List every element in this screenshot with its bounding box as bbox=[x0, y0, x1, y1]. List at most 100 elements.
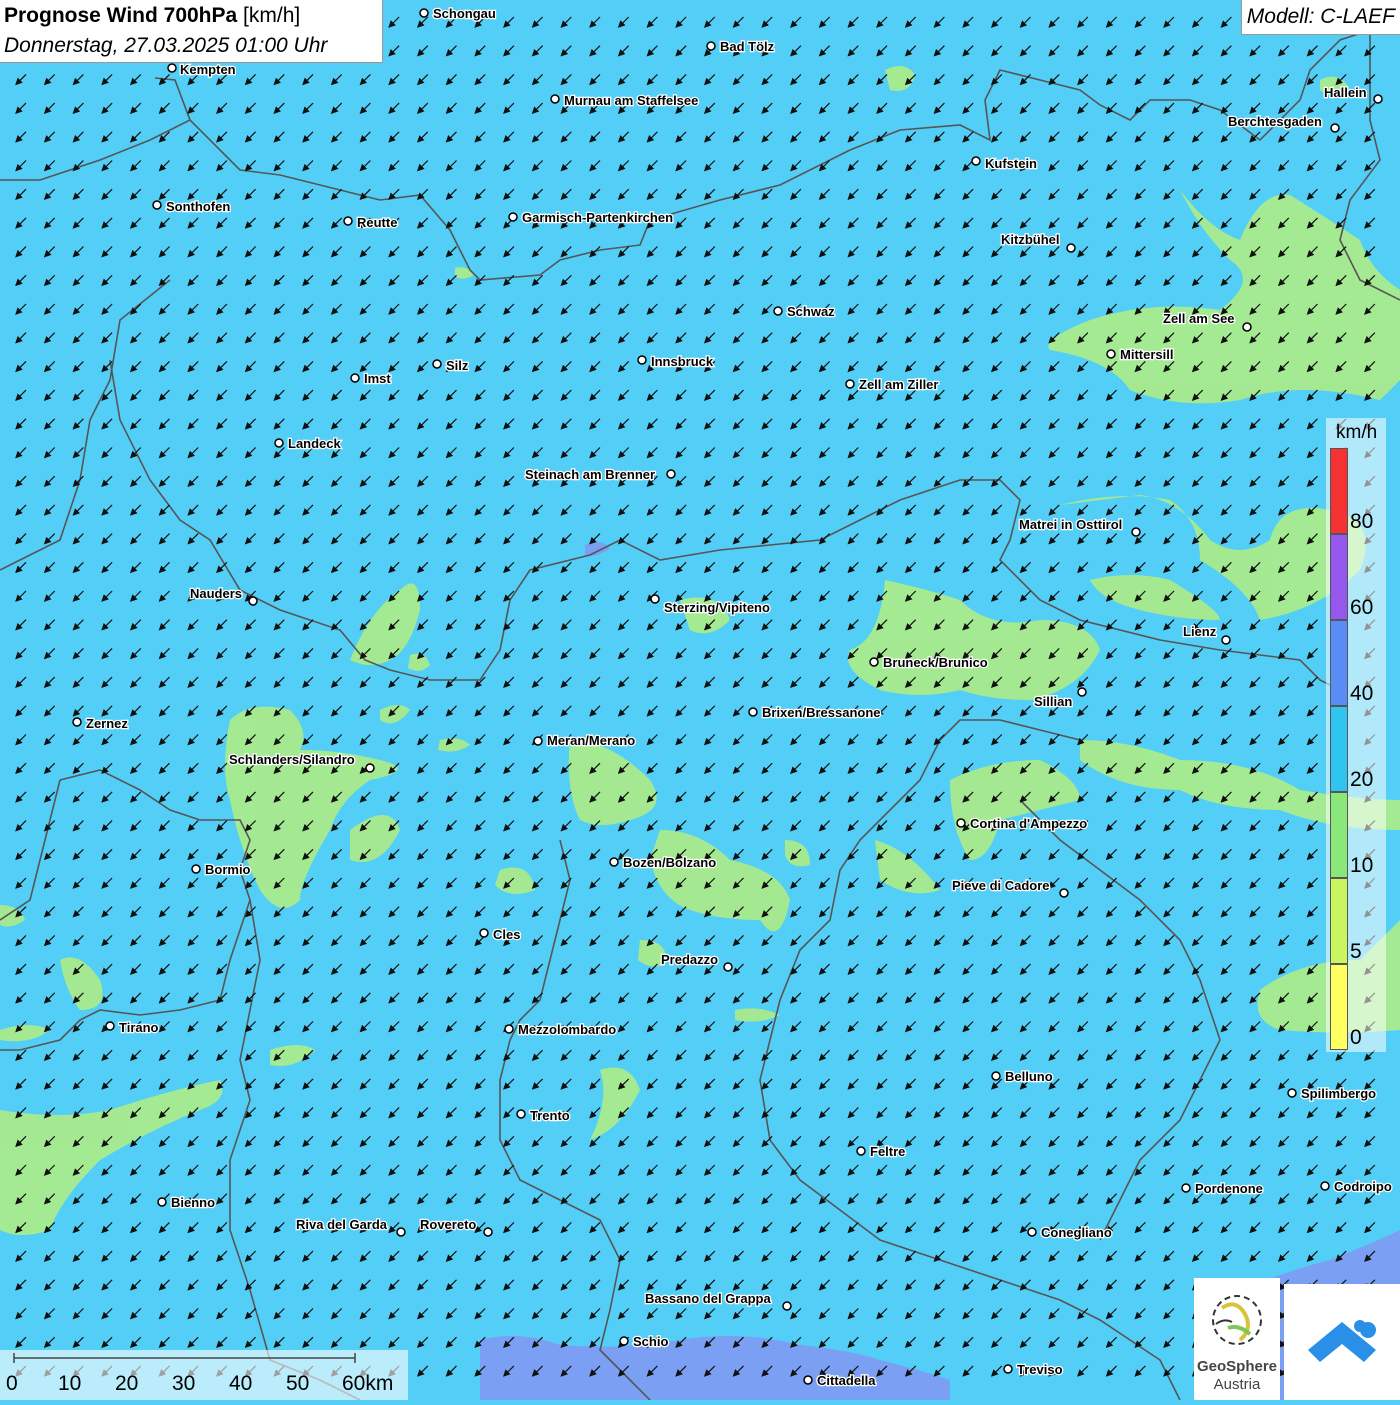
svg-text:Innsbruck: Innsbruck bbox=[651, 354, 714, 369]
geosphere-logo[interactable]: GeoSphere Austria bbox=[1194, 1278, 1280, 1400]
svg-text:Zell am See: Zell am See bbox=[1163, 311, 1235, 326]
svg-text:Schio: Schio bbox=[633, 1334, 668, 1349]
model-label: Modell: C-LAEF bbox=[1246, 5, 1395, 28]
svg-text:Bienno: Bienno bbox=[171, 1195, 215, 1210]
svg-text:Lienz: Lienz bbox=[1183, 624, 1217, 639]
svg-text:Mittersill: Mittersill bbox=[1120, 347, 1173, 362]
scale-bar: 0 10 20 30 40 50 60km bbox=[0, 1350, 408, 1400]
legend-swatch bbox=[1330, 620, 1348, 706]
svg-text:Bassano del Grappa: Bassano del Grappa bbox=[645, 1291, 771, 1306]
svg-text:Trento: Trento bbox=[530, 1108, 570, 1123]
forecast-datetime: Donnerstag, 27.03.2025 01:00 Uhr bbox=[4, 34, 328, 57]
city-marker[interactable]: Bruneck/Brunico bbox=[869, 654, 989, 671]
svg-text:Schlanders/Silandro: Schlanders/Silandro bbox=[229, 752, 355, 767]
wind-map: Schongau Bad Tölz Kempten Murnau am Staf… bbox=[0, 0, 1400, 1400]
svg-text:Kempten: Kempten bbox=[180, 62, 236, 77]
svg-text:Kitzbühel: Kitzbühel bbox=[1001, 232, 1060, 247]
city-marker[interactable]: Steinach am Brenner bbox=[524, 466, 676, 483]
legend-unit: km/h bbox=[1336, 422, 1378, 443]
legend-label: 20 bbox=[1350, 768, 1374, 791]
svg-text:Schwaz: Schwaz bbox=[787, 304, 835, 319]
svg-text:Codroipo: Codroipo bbox=[1334, 1179, 1392, 1194]
city-marker[interactable]: Spilimbergo bbox=[1287, 1085, 1377, 1102]
svg-text:Feltre: Feltre bbox=[870, 1144, 905, 1159]
legend-label: 5 bbox=[1350, 940, 1362, 963]
scale-label: 0 bbox=[6, 1372, 18, 1395]
svg-text:Murnau am Staffelsee: Murnau am Staffelsee bbox=[564, 93, 698, 108]
city-marker[interactable]: Zell am Ziller bbox=[845, 376, 940, 393]
map-title-box: Prognose Wind 700hPa [km/h] Donnerstag, … bbox=[0, 0, 383, 63]
svg-text:Rovereto: Rovereto bbox=[420, 1217, 476, 1232]
svg-text:Bormio: Bormio bbox=[205, 862, 251, 877]
city-marker[interactable]: Conegliano bbox=[1027, 1224, 1113, 1241]
city-marker[interactable]: Brixen/Bressanone bbox=[748, 704, 882, 721]
svg-text:Steinach am Brenner: Steinach am Brenner bbox=[525, 467, 655, 482]
app-logo[interactable] bbox=[1284, 1284, 1400, 1400]
mountain-cloud-icon bbox=[1308, 1320, 1376, 1362]
geosphere-emblem-icon bbox=[1212, 1295, 1262, 1345]
svg-text:Kufstein: Kufstein bbox=[985, 156, 1037, 171]
legend-swatch bbox=[1330, 534, 1348, 620]
svg-text:Mezzolombardo: Mezzolombardo bbox=[518, 1022, 616, 1037]
legend-swatch bbox=[1330, 964, 1348, 1050]
svg-text:Imst: Imst bbox=[364, 371, 391, 386]
svg-text:Sterzing/Vipiteno: Sterzing/Vipiteno bbox=[664, 600, 770, 615]
city-marker[interactable]: Pordenone bbox=[1181, 1180, 1264, 1197]
city-marker[interactable]: Mezzolombardo bbox=[504, 1021, 618, 1038]
svg-text:Bozen/Bolzano: Bozen/Bolzano bbox=[623, 855, 716, 870]
svg-text:Sillian: Sillian bbox=[1034, 694, 1072, 709]
scale-label: 10 bbox=[58, 1372, 82, 1395]
legend-swatch bbox=[1330, 448, 1348, 534]
svg-text:Zernez: Zernez bbox=[86, 716, 128, 731]
scale-label: 20 bbox=[115, 1372, 139, 1395]
svg-text:Cittadella: Cittadella bbox=[817, 1373, 876, 1388]
svg-text:Pordenone: Pordenone bbox=[1195, 1181, 1263, 1196]
legend-label: 0 bbox=[1350, 1026, 1362, 1049]
city-marker[interactable]: Murnau am Staffelsee bbox=[550, 92, 700, 109]
svg-text:Brixen/Bressanone: Brixen/Bressanone bbox=[762, 705, 881, 720]
svg-text:Riva del Garda: Riva del Garda bbox=[296, 1217, 388, 1232]
svg-text:Cles: Cles bbox=[493, 927, 520, 942]
scale-label: 40 bbox=[229, 1372, 253, 1395]
svg-text:Nauders: Nauders bbox=[190, 586, 242, 601]
svg-text:Sonthofen: Sonthofen bbox=[166, 199, 230, 214]
geosphere-name: GeoSphere bbox=[1196, 1358, 1278, 1375]
svg-text:Hallein: Hallein bbox=[1324, 85, 1367, 100]
svg-text:Garmisch-Partenkirchen: Garmisch-Partenkirchen bbox=[522, 210, 673, 225]
legend-label: 40 bbox=[1350, 682, 1374, 705]
svg-text:Meran/Merano: Meran/Merano bbox=[547, 733, 635, 748]
model-label-box: Modell: C-LAEF bbox=[1240, 0, 1400, 35]
svg-text:Predazzo: Predazzo bbox=[661, 952, 718, 967]
svg-text:Matrei in Osttirol: Matrei in Osttirol bbox=[1019, 517, 1122, 532]
svg-text:Bruneck/Brunico: Bruneck/Brunico bbox=[883, 655, 988, 670]
svg-text:Belluno: Belluno bbox=[1005, 1069, 1053, 1084]
svg-text:Silz: Silz bbox=[446, 358, 469, 373]
legend-label: 10 bbox=[1350, 854, 1374, 877]
svg-text:Landeck: Landeck bbox=[288, 436, 342, 451]
legend-label: 80 bbox=[1350, 510, 1374, 533]
legend-colorbar bbox=[1330, 448, 1348, 1050]
city-marker[interactable]: Bozen/Bolzano bbox=[609, 854, 717, 871]
svg-text:Treviso: Treviso bbox=[1017, 1362, 1063, 1377]
svg-text:Pieve di Cadore: Pieve di Cadore bbox=[952, 878, 1050, 893]
svg-text:Conegliano: Conegliano bbox=[1041, 1225, 1112, 1240]
scale-label: 60km bbox=[342, 1372, 394, 1395]
svg-text:Schongau: Schongau bbox=[433, 6, 496, 21]
map-title: Prognose Wind 700hPa [km/h] bbox=[4, 4, 301, 27]
legend-swatch bbox=[1330, 878, 1348, 964]
geosphere-subtitle: Austria bbox=[1213, 1376, 1261, 1393]
legend-swatch bbox=[1330, 706, 1348, 792]
svg-text:Zell am Ziller: Zell am Ziller bbox=[859, 377, 938, 392]
svg-text:Cortina d'Ampezzo: Cortina d'Ampezzo bbox=[970, 816, 1087, 831]
svg-text:Berchtesgaden: Berchtesgaden bbox=[1228, 114, 1322, 129]
scale-label: 30 bbox=[172, 1372, 196, 1395]
legend-swatch bbox=[1330, 792, 1348, 878]
city-marker[interactable]: Meran/Merano bbox=[533, 732, 636, 749]
city-marker[interactable]: Cortina d'Ampezzo bbox=[956, 815, 1089, 832]
svg-text:Bad Tölz: Bad Tölz bbox=[720, 39, 775, 54]
svg-text:Spilimbergo: Spilimbergo bbox=[1301, 1086, 1376, 1101]
city-marker[interactable]: Garmisch-Partenkirchen bbox=[508, 209, 674, 226]
svg-text:Tirano: Tirano bbox=[119, 1020, 159, 1035]
legend-label: 60 bbox=[1350, 596, 1374, 619]
scale-label: 50 bbox=[286, 1372, 310, 1395]
